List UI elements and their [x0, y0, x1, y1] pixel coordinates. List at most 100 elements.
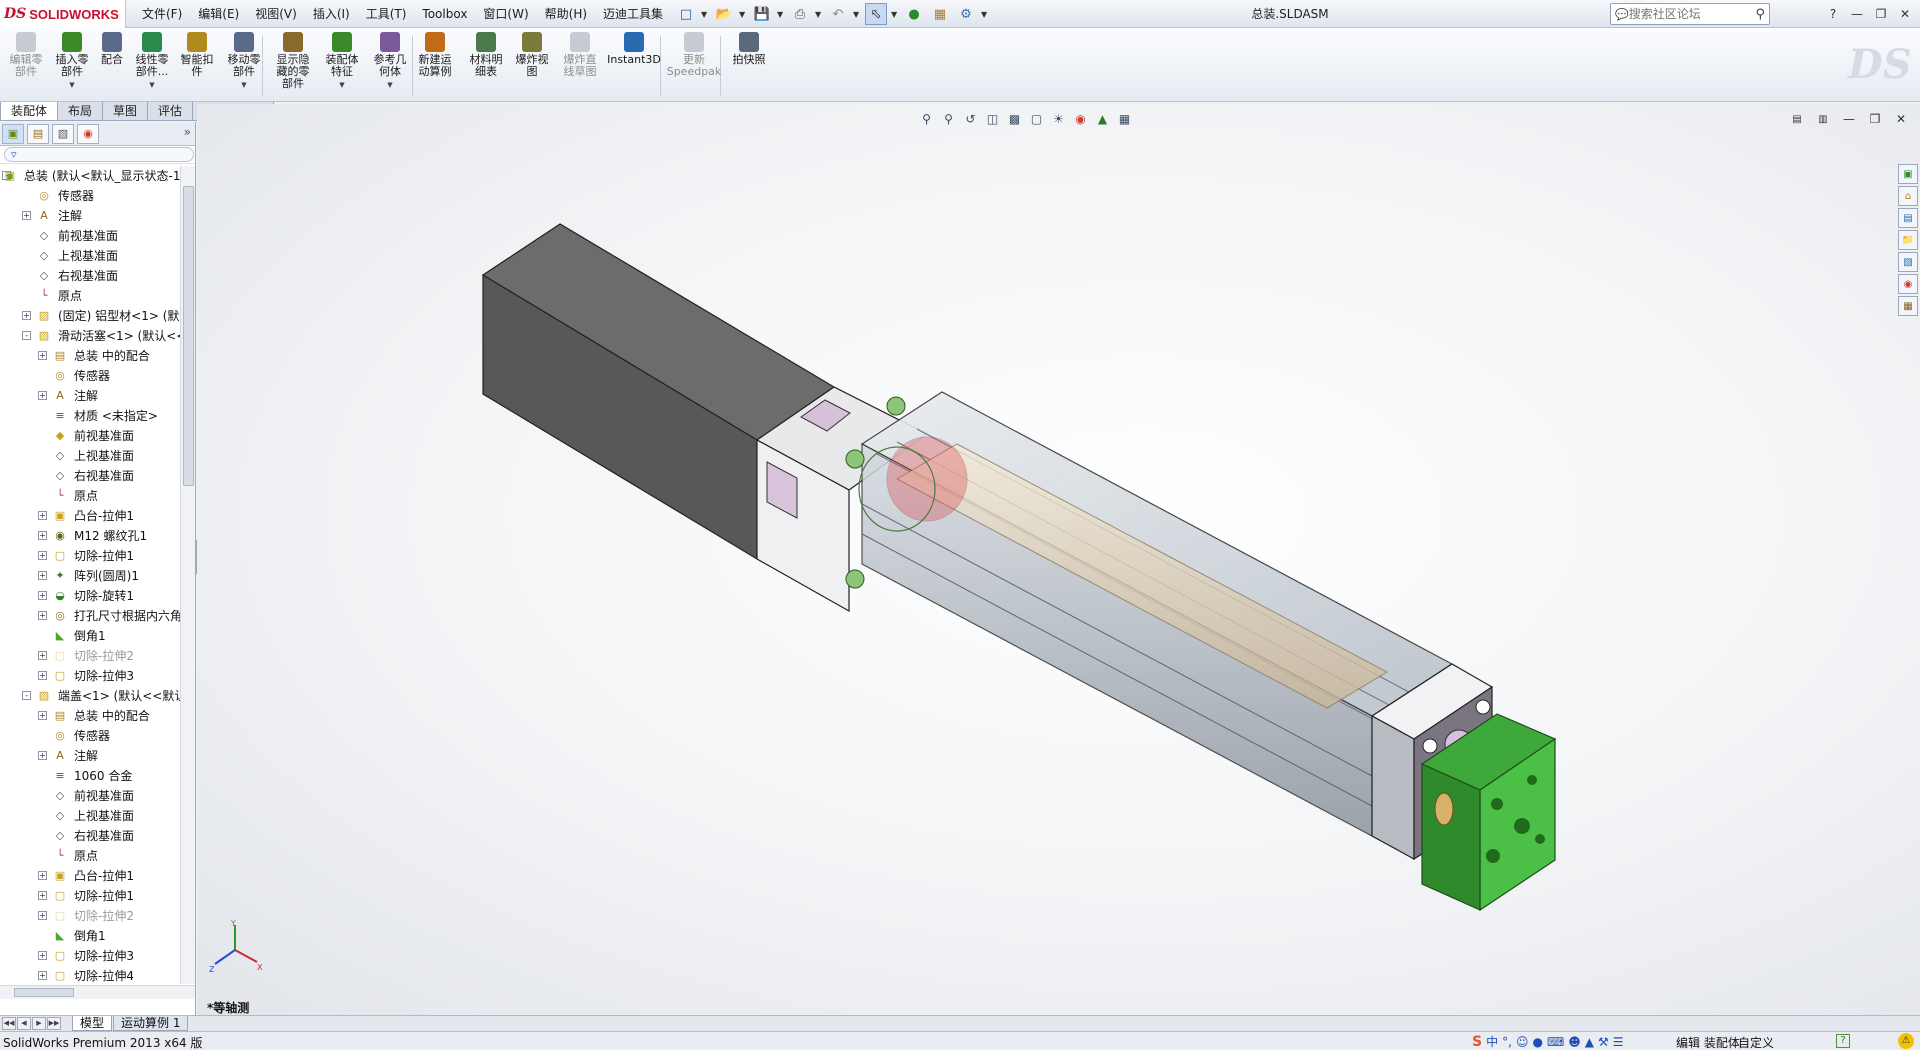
- quick-tips-help[interactable]: ?: [1836, 1034, 1850, 1048]
- community-search[interactable]: 💬 ⚲: [1610, 3, 1770, 25]
- tree-node[interactable]: ◣ 倒角1: [0, 626, 180, 646]
- tree-node[interactable]: -▨ 滑动活塞<1> (默认<<默: [0, 326, 180, 346]
- command-tab[interactable]: 评估: [147, 102, 194, 121]
- expand-icon[interactable]: +: [38, 911, 47, 920]
- tree-node[interactable]: + ▢ 切除-拉伸4: [0, 966, 180, 984]
- tree-node[interactable]: + ▤ 总装 中的配合: [0, 706, 180, 726]
- menu-item[interactable]: 窗口(W): [475, 0, 536, 28]
- expand-icon[interactable]: +: [38, 551, 47, 560]
- scrollbar-thumb[interactable]: [14, 988, 74, 997]
- ribbon-button[interactable]: 显示隐 藏的零 部件: [272, 32, 314, 98]
- expand-icon[interactable]: +: [38, 871, 47, 880]
- chevron-down-icon[interactable]: ▼: [777, 10, 785, 19]
- tree-node[interactable]: ◎ 传感器: [0, 366, 180, 386]
- expand-icon[interactable]: +: [38, 651, 47, 660]
- menu-item[interactable]: 插入(I): [305, 0, 358, 28]
- ribbon-button[interactable]: 材料明 细表: [464, 32, 508, 98]
- tree-node[interactable]: ◇ 前视基准面: [0, 786, 180, 806]
- menu-item[interactable]: 文件(F): [134, 0, 190, 28]
- tree-node[interactable]: ◇ 右视基准面: [0, 266, 180, 286]
- keyboard-icon[interactable]: ⌨: [1547, 1035, 1564, 1049]
- tree-node[interactable]: - ▣ 总装 (默认<默认_显示状态-1: [0, 166, 180, 186]
- tree-node[interactable]: + ▣ 凸台-拉伸1: [0, 506, 180, 526]
- chevron-down-icon[interactable]: ▼: [149, 79, 154, 91]
- tree-node[interactable]: ◎ 传感器: [0, 186, 180, 206]
- print-icon[interactable]: ⎙: [789, 3, 811, 25]
- settings-wrench-icon[interactable]: ⚒: [1598, 1035, 1609, 1049]
- chevron-down-icon[interactable]: ▼: [815, 10, 823, 19]
- command-tab[interactable]: 草图: [102, 102, 149, 121]
- restore-icon[interactable]: ❐: [1870, 3, 1892, 25]
- tree-node[interactable]: ◇ 右视基准面: [0, 466, 180, 486]
- ribbon-button[interactable]: 插入零 部件 ▼: [50, 32, 94, 98]
- menu-item[interactable]: 迈迪工具集: [595, 0, 671, 28]
- first-tab-icon[interactable]: ◀◀: [2, 1017, 16, 1030]
- tree-node[interactable]: └ 原点: [0, 846, 180, 866]
- tree-node[interactable]: + ▢ 切除-拉伸3: [0, 666, 180, 686]
- user-icon[interactable]: ☻: [1568, 1035, 1581, 1049]
- tree-horizontal-scrollbar[interactable]: [0, 985, 195, 999]
- expand-icon[interactable]: +: [38, 971, 47, 980]
- filter-icon[interactable]: ▿: [4, 147, 194, 162]
- tree-node[interactable]: + A 注解: [0, 746, 180, 766]
- tree-node[interactable]: + ▢ 切除-拉伸3: [0, 946, 180, 966]
- graphics-area[interactable]: ⚲ ⚲ ↺ ◫ ▩ ▢ ☀ ◉ ▲ ▦ ▤ ▥ — ❐ ✕ ▣ ⌂ ▤ 📁 ▧ …: [197, 104, 1920, 1015]
- expand-icon[interactable]: +: [38, 611, 47, 620]
- chevron-down-icon[interactable]: ▼: [387, 79, 392, 91]
- tree-node[interactable]: ≡ 材质 <未指定>: [0, 406, 180, 426]
- options-icon[interactable]: ⚙: [955, 3, 977, 25]
- tree-node[interactable]: └ 原点: [0, 286, 180, 306]
- tab-motion-study-1[interactable]: 运动算例 1: [113, 1016, 189, 1031]
- feature-tree-tab-icon[interactable]: ▣: [2, 123, 24, 144]
- expand-icon[interactable]: +: [38, 351, 47, 360]
- appearance-tab-icon[interactable]: ◉: [77, 123, 99, 144]
- last-tab-icon[interactable]: ▶▶: [47, 1017, 61, 1030]
- search-icon[interactable]: ⚲: [1755, 7, 1765, 22]
- expand-panel-icon[interactable]: »: [184, 125, 191, 139]
- tree-node[interactable]: + ◉ M12 螺纹孔1: [0, 526, 180, 546]
- assembly-3d-model[interactable]: [197, 104, 1920, 1015]
- ribbon-button[interactable]: 配合: [96, 32, 128, 98]
- tree-node[interactable]: + ▣ 凸台-拉伸1: [0, 866, 180, 886]
- property-manager-tab-icon[interactable]: ▤: [27, 123, 49, 144]
- expand-icon[interactable]: +: [22, 311, 31, 320]
- tree-node[interactable]: ◣ 倒角1: [0, 926, 180, 946]
- ribbon-button[interactable]: 线性零 部件... ▼: [130, 32, 174, 98]
- tree-node[interactable]: ◇ 上视基准面: [0, 446, 180, 466]
- save-icon[interactable]: 💾: [751, 3, 773, 25]
- tree-node[interactable]: + A 注解: [0, 386, 180, 406]
- menu-item[interactable]: Toolbox: [414, 0, 475, 28]
- unit-system-selector[interactable]: 自定义: [1738, 1034, 1774, 1050]
- tree-scrollbar[interactable]: [180, 166, 195, 984]
- tree-node[interactable]: + ▨ (固定) 铝型材<1> (默认<: [0, 306, 180, 326]
- expand-icon[interactable]: +: [38, 511, 47, 520]
- ime-menu-icon[interactable]: ☰: [1613, 1035, 1624, 1049]
- prev-tab-icon[interactable]: ◀: [17, 1017, 31, 1030]
- expand-icon[interactable]: +: [38, 711, 47, 720]
- ribbon-button[interactable]: 爆炸直 线草图: [556, 32, 604, 98]
- menu-item[interactable]: 视图(V): [247, 0, 305, 28]
- file-properties-icon[interactable]: ▦: [929, 3, 951, 25]
- chevron-down-icon[interactable]: ▼: [241, 79, 246, 91]
- menu-item[interactable]: 工具(T): [358, 0, 415, 28]
- tree-node[interactable]: + ◒ 切除-旋转1: [0, 586, 180, 606]
- expand-icon[interactable]: +: [38, 531, 47, 540]
- tree-node[interactable]: ◇ 前视基准面: [0, 226, 180, 246]
- chevron-down-icon[interactable]: ▼: [701, 10, 709, 19]
- tree-node[interactable]: └ 原点: [0, 486, 180, 506]
- scrollbar-thumb[interactable]: [183, 186, 194, 486]
- new-document-icon[interactable]: □: [675, 3, 697, 25]
- minimize-icon[interactable]: —: [1846, 3, 1868, 25]
- tree-node[interactable]: + A 注解: [0, 206, 180, 226]
- ribbon-button[interactable]: 移动零 部件 ▼: [222, 32, 266, 98]
- expand-icon[interactable]: +: [38, 891, 47, 900]
- tree-node[interactable]: ◇ 上视基准面: [0, 806, 180, 826]
- rebuild-status-icon[interactable]: ⚠: [1898, 1033, 1914, 1049]
- tree-node[interactable]: ◇ 右视基准面: [0, 826, 180, 846]
- expand-icon[interactable]: +: [38, 951, 47, 960]
- emoji-icon[interactable]: ☺: [1516, 1035, 1529, 1049]
- ribbon-button[interactable]: 参考几 何体 ▼: [368, 32, 412, 98]
- ribbon-button[interactable]: 新建运 动算例: [414, 32, 456, 98]
- tree-node[interactable]: + ▤ 总装 中的配合: [0, 346, 180, 366]
- tree-node[interactable]: + ▢ 切除-拉伸1: [0, 546, 180, 566]
